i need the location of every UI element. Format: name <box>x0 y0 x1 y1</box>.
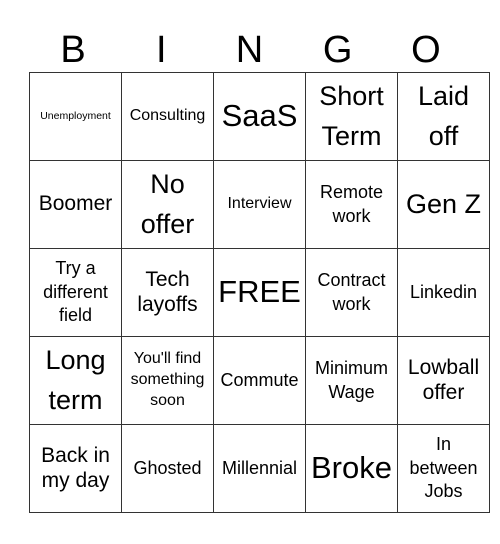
bingo-cell[interactable]: You'll find something soon <box>121 336 214 425</box>
bingo-cell[interactable]: Gen Z <box>397 160 490 249</box>
bingo-cell[interactable]: No offer <box>121 160 214 249</box>
bingo-cell[interactable]: Millennial <box>213 424 306 513</box>
bingo-row: Long term You'll find something soon Com… <box>29 336 490 425</box>
bingo-cell[interactable]: Back in my day <box>29 424 122 513</box>
bingo-cell[interactable]: Unemployment <box>29 72 122 161</box>
bingo-cell[interactable]: Tech layoffs <box>121 248 214 337</box>
bingo-cell[interactable]: Consulting <box>121 72 214 161</box>
bingo-cell[interactable]: Boomer <box>29 160 122 249</box>
bingo-row: Back in my day Ghosted Millennial Broke … <box>29 424 490 513</box>
bingo-card: Unemployment Consulting SaaS Short Term … <box>29 72 490 513</box>
bingo-cell[interactable]: Try a different field <box>29 248 122 337</box>
header-letter-n: N <box>235 29 264 71</box>
bingo-row: Unemployment Consulting SaaS Short Term … <box>29 72 490 161</box>
bingo-header: B I N G O <box>29 28 470 72</box>
bingo-cell[interactable]: Minimum Wage <box>305 336 398 425</box>
header-letter-b: B <box>60 29 86 71</box>
bingo-cell[interactable]: Short Term <box>305 72 398 161</box>
bingo-cell[interactable]: In between Jobs <box>397 424 490 513</box>
bingo-cell-free[interactable]: FREE <box>213 248 306 337</box>
bingo-cell[interactable]: Lowball offer <box>397 336 490 425</box>
bingo-cell[interactable]: Broke <box>305 424 398 513</box>
bingo-row: Try a different field Tech layoffs FREE … <box>29 248 490 337</box>
bingo-cell[interactable]: Remote work <box>305 160 398 249</box>
bingo-cell[interactable]: Ghosted <box>121 424 214 513</box>
header-letter-o: O <box>411 29 441 71</box>
header-letter-g: G <box>322 29 353 71</box>
bingo-cell[interactable]: Interview <box>213 160 306 249</box>
bingo-cell[interactable]: Long term <box>29 336 122 425</box>
bingo-cell[interactable]: SaaS <box>213 72 306 161</box>
bingo-cell[interactable]: Laid off <box>397 72 490 161</box>
header-letter-i: I <box>156 29 167 71</box>
bingo-cell[interactable]: Contract work <box>305 248 398 337</box>
bingo-cell[interactable]: Linkedin <box>397 248 490 337</box>
bingo-row: Boomer No offer Interview Remote work Ge… <box>29 160 490 249</box>
bingo-cell[interactable]: Commute <box>213 336 306 425</box>
